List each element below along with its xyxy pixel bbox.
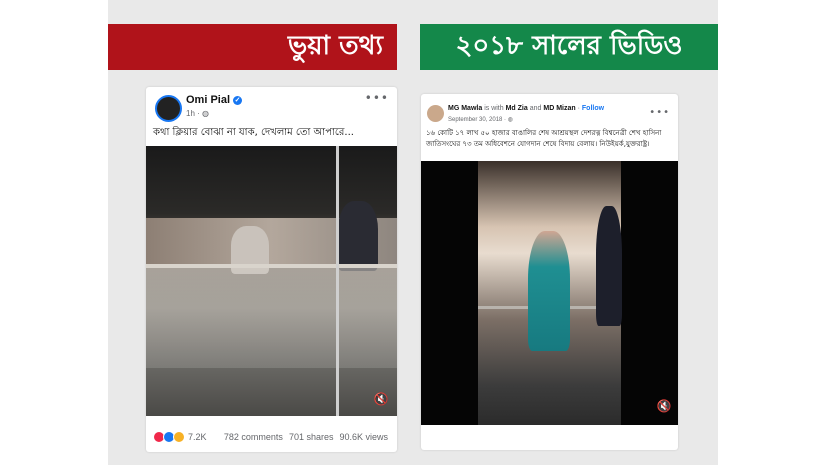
comments-count[interactable]: 782 comments [224,432,283,442]
shares-count[interactable]: 701 shares [289,432,334,442]
video-person [528,231,570,351]
mute-icon[interactable]: 🔇 [373,392,389,406]
follow-button[interactable]: Follow [582,105,604,112]
tagged-user[interactable]: MD Mizan [543,105,575,112]
false-info-banner: ভুয়া তথ্য [108,24,397,70]
avatar[interactable] [427,105,444,122]
author-name[interactable]: Omi Pial [186,94,230,106]
post-stats: 782 comments 701 shares 90.6K views [224,432,388,442]
author-name[interactable]: MG Mawla [448,105,482,112]
with-text: is with [484,105,504,112]
more-options-icon[interactable]: ••• [649,107,670,118]
post-caption: কথা ক্লিয়ার বোঝা না যাক, দেখলাম তো আপার… [153,127,354,138]
video-balcony-glass [146,268,397,368]
fact-check-graphic: ভুয়া তথ্য ২০১৮ সালের ভিডিও Omi Pial ✓ 1h… [0,0,825,465]
globe-icon: ◍ [202,109,209,118]
reactions-summary[interactable]: 7.2K [153,431,207,443]
globe-icon: ◍ [507,117,513,123]
original-video-banner: ২০১৮ সালের ভিডিও [420,24,718,70]
haha-icon [173,431,185,443]
post-date[interactable]: September 30, 2018 · [448,117,508,123]
verified-badge-icon: ✓ [233,95,243,105]
video-person [596,206,622,326]
avatar[interactable] [155,95,182,122]
more-options-icon[interactable]: ••• [365,91,389,105]
post-time[interactable]: 1h · [186,109,202,118]
separator: · [577,105,580,112]
views-count: 90.6K views [339,432,388,442]
mute-icon[interactable]: 🔇 [656,399,672,413]
video-person [338,201,378,271]
post-header: MG Mawla is with Md Zia and MD Mizan · F… [448,105,604,112]
reaction-count: 7.2K [188,432,207,442]
video-pole [336,146,339,416]
video-player[interactable]: 🔇 [146,146,397,416]
video-player[interactable]: 🔇 [421,161,678,425]
facebook-post-right: MG Mawla is with Md Zia and MD Mizan · F… [421,94,678,450]
facebook-post-left: Omi Pial ✓ 1h · ◍ ••• কথা ক্লিয়ার বোঝা ন… [146,87,397,452]
tagged-user[interactable]: Md Zia [506,105,528,112]
and-text: and [529,105,542,112]
post-caption: ১৬ কোটি ১৭ লাখ ৫০ হাজার বাঙালির শেষ আশ্র… [426,129,662,148]
